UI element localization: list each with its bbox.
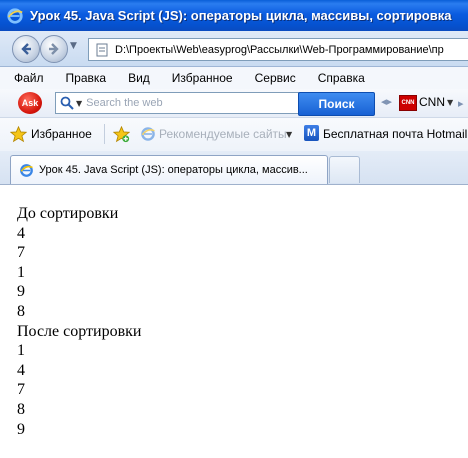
- menu-help[interactable]: Справка: [306, 71, 375, 85]
- recommended-sites-dropdown-icon[interactable]: ▼: [286, 130, 292, 139]
- content-text: До сортировки 4 7 1 9 8 После сортировки…: [17, 204, 141, 439]
- add-favorite-star-icon[interactable]: [113, 126, 130, 143]
- ie-logo-icon: [141, 127, 155, 141]
- before-sort-value: 7: [17, 244, 25, 262]
- page-icon: [96, 43, 108, 56]
- cnn-dropdown-icon[interactable]: ▼: [447, 98, 453, 107]
- before-sort-value: 8: [17, 302, 25, 320]
- menu-bar: Файл Правка Вид Избранное Сервис Справка: [0, 67, 468, 90]
- after-sort-value: 1: [17, 342, 25, 360]
- menu-file[interactable]: Файл: [0, 71, 54, 85]
- after-sort-heading: После сортировки: [17, 322, 142, 340]
- menu-favorites[interactable]: Избранное: [160, 71, 243, 85]
- page-content: До сортировки 4 7 1 9 8 После сортировки…: [0, 185, 468, 458]
- before-sort-value: 1: [17, 263, 25, 281]
- search-placeholder: Search the web: [86, 97, 163, 109]
- ie-logo-icon: [7, 7, 23, 24]
- after-sort-value: 7: [17, 381, 25, 399]
- forward-arrow-icon: [49, 43, 59, 55]
- new-tab-button[interactable]: [329, 156, 360, 183]
- search-toolbar: Ask ▼ Search the web Поиск ◂▸ CNN CNN ▼ …: [0, 89, 468, 118]
- search-engine-dropdown-icon[interactable]: ▼: [76, 99, 82, 108]
- tab-strip: Урок 45. Java Script (JS): операторы цик…: [0, 151, 468, 185]
- before-sort-value: 9: [17, 283, 25, 301]
- menu-view[interactable]: Вид: [116, 71, 160, 85]
- star-icon: [10, 126, 27, 143]
- ask-logo[interactable]: Ask: [18, 92, 42, 114]
- search-button[interactable]: Поиск: [298, 92, 375, 116]
- forward-button[interactable]: [40, 35, 68, 63]
- toolbar-grip-icon[interactable]: ◂▸: [381, 95, 392, 111]
- history-dropdown-icon[interactable]: ▼: [70, 41, 77, 51]
- favorites-divider: [104, 124, 105, 144]
- tab-active[interactable]: Урок 45. Java Script (JS): операторы цик…: [10, 155, 328, 184]
- after-sort-value: 8: [17, 400, 25, 418]
- address-url: D:\Проекты\Web\easyprog\Рассылки\Web-Про…: [115, 43, 444, 56]
- window-titlebar[interactable]: Урок 45. Java Script (JS): операторы цик…: [0, 0, 468, 31]
- before-sort-heading: До сортировки: [17, 205, 119, 222]
- menu-edit[interactable]: Правка: [54, 71, 117, 85]
- search-input[interactable]: ▼ Search the web: [55, 92, 299, 114]
- cnn-icon: CNN: [399, 95, 417, 111]
- menu-tools[interactable]: Сервис: [243, 71, 306, 85]
- address-toolbar: ▼ D:\Проекты\Web\easyprog\Рассылки\Web-П…: [0, 31, 468, 67]
- favorites-button[interactable]: Избранное: [31, 127, 92, 141]
- cnn-button[interactable]: CNN: [419, 95, 445, 109]
- window-title: Урок 45. Java Script (JS): операторы цик…: [30, 8, 452, 23]
- toolbar-more-icon[interactable]: ▸: [458, 97, 468, 110]
- hotmail-link[interactable]: Бесплатная почта Hotmail: [323, 127, 467, 141]
- hotmail-icon: M: [304, 125, 319, 141]
- after-sort-value: 4: [17, 361, 25, 379]
- favorites-bar: Избранное Рекомендуемые сайты ▼ M Беспла…: [0, 118, 468, 152]
- before-sort-value: 4: [17, 224, 25, 242]
- after-sort-value: 9: [17, 420, 25, 438]
- back-button[interactable]: [12, 35, 40, 63]
- tab-label: Урок 45. Java Script (JS): операторы цик…: [39, 164, 308, 176]
- ie-logo-icon: [20, 163, 33, 177]
- search-magnifier-icon: [60, 96, 74, 110]
- back-arrow-icon: [21, 43, 31, 55]
- address-field[interactable]: D:\Проекты\Web\easyprog\Рассылки\Web-Про…: [88, 38, 468, 61]
- recommended-sites-link[interactable]: Рекомендуемые сайты: [159, 127, 287, 141]
